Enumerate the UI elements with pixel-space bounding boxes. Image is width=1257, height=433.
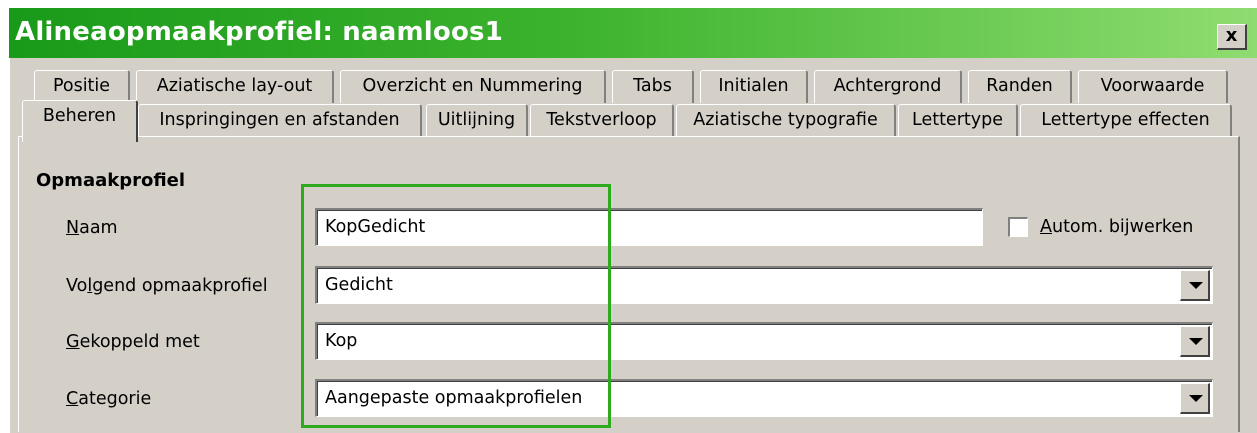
close-button[interactable]: x bbox=[1217, 24, 1247, 50]
tab-positie[interactable]: Positie bbox=[34, 70, 130, 103]
tab-voorwaarde[interactable]: Voorwaarde bbox=[1078, 70, 1228, 103]
tab-aziatische-typografie[interactable]: Aziatische typografie bbox=[676, 104, 896, 137]
tab-achtergrond[interactable]: Achtergrond bbox=[814, 70, 962, 103]
label-rest: ategorie bbox=[78, 389, 152, 409]
close-icon: x bbox=[1225, 25, 1238, 46]
tab-aziatische-lay-out[interactable]: Aziatische lay-out bbox=[136, 70, 334, 103]
chevron-down-icon[interactable] bbox=[1180, 383, 1210, 414]
autom-bijwerken-checkbox[interactable] bbox=[1008, 217, 1028, 237]
tab-label: Achtergrond bbox=[833, 76, 942, 96]
select-value: Gedicht bbox=[325, 275, 393, 295]
tab-label: Lettertype bbox=[912, 110, 1003, 130]
autom-bijwerken-label[interactable]: Autom. bijwerken bbox=[1040, 215, 1193, 239]
tab-label: Overzicht en Nummering bbox=[362, 76, 583, 96]
naam-label: Naam bbox=[66, 216, 118, 240]
categorie-label: Categorie bbox=[66, 387, 151, 411]
tab-lettertype-effecten[interactable]: Lettertype effecten bbox=[1020, 104, 1232, 137]
volgend-opmaakprofiel-select[interactable]: Gedicht bbox=[315, 266, 1213, 304]
tab-uitlijning[interactable]: Uitlijning bbox=[426, 104, 528, 137]
tab-beheren[interactable]: Beheren bbox=[22, 100, 138, 142]
label-rest: utom. bijwerken bbox=[1051, 217, 1194, 237]
accelerator-char: G bbox=[66, 332, 80, 352]
tab-label: Randen bbox=[986, 76, 1053, 96]
label-rest: ekoppeld met bbox=[79, 332, 200, 352]
tab-label: Positie bbox=[52, 76, 111, 96]
tab-randen[interactable]: Randen bbox=[968, 70, 1072, 103]
tab-label: Uitlijning bbox=[437, 110, 516, 130]
title-bar[interactable]: Alineaopmaakprofiel: naamloos1 x bbox=[9, 8, 1257, 58]
tab-label: Tekstverloop bbox=[546, 110, 657, 130]
gekoppeld-met-select[interactable]: Kop bbox=[315, 322, 1213, 360]
categorie-select[interactable]: Aangepaste opmaakprofielen bbox=[315, 379, 1213, 417]
tab-label: Initialen bbox=[718, 76, 789, 96]
accelerator-char: C bbox=[66, 389, 79, 409]
tab-label: Aziatische lay-out bbox=[156, 76, 313, 96]
tab-tekstverloop[interactable]: Tekstverloop bbox=[530, 104, 674, 137]
gekoppeld-met-label: Gekoppeld met bbox=[66, 330, 200, 354]
select-value: Aangepaste opmaakprofielen bbox=[325, 388, 583, 408]
tab-label: Beheren bbox=[42, 106, 117, 126]
tab-label: Tabs bbox=[633, 76, 672, 96]
select-value: Kop bbox=[325, 331, 358, 351]
volgend-opmaakprofiel-label: Volgend opmaakprofiel bbox=[66, 274, 268, 298]
tab-label: Aziatische typografie bbox=[693, 110, 878, 130]
tab-inspringingen-en-afstanden[interactable]: Inspringingen en afstanden bbox=[138, 104, 422, 137]
window-title: Alineaopmaakprofiel: naamloos1 bbox=[15, 17, 503, 47]
chevron-down-icon[interactable] bbox=[1180, 270, 1210, 301]
chevron-down-icon[interactable] bbox=[1180, 326, 1210, 357]
accelerator-char: N bbox=[66, 218, 80, 238]
tab-label: Voorwaarde bbox=[1100, 76, 1205, 96]
label-rest: gend opmaakprofiel bbox=[92, 276, 268, 296]
tab-label: Lettertype effecten bbox=[1041, 110, 1210, 130]
input-value: KopGedicht bbox=[325, 217, 426, 237]
label-rest: aam bbox=[79, 218, 118, 238]
label-pre: Vo bbox=[66, 276, 88, 296]
naam-input[interactable]: KopGedicht bbox=[315, 208, 983, 246]
group-title: Opmaakprofiel bbox=[36, 170, 186, 191]
tab-overzicht-en-nummering[interactable]: Overzicht en Nummering bbox=[340, 70, 606, 103]
tab-lettertype[interactable]: Lettertype bbox=[898, 104, 1018, 137]
tab-initialen[interactable]: Initialen bbox=[700, 70, 808, 103]
tab-label: Inspringingen en afstanden bbox=[159, 110, 400, 130]
tab-tabs[interactable]: Tabs bbox=[612, 70, 694, 103]
accelerator-char: A bbox=[1040, 217, 1052, 237]
